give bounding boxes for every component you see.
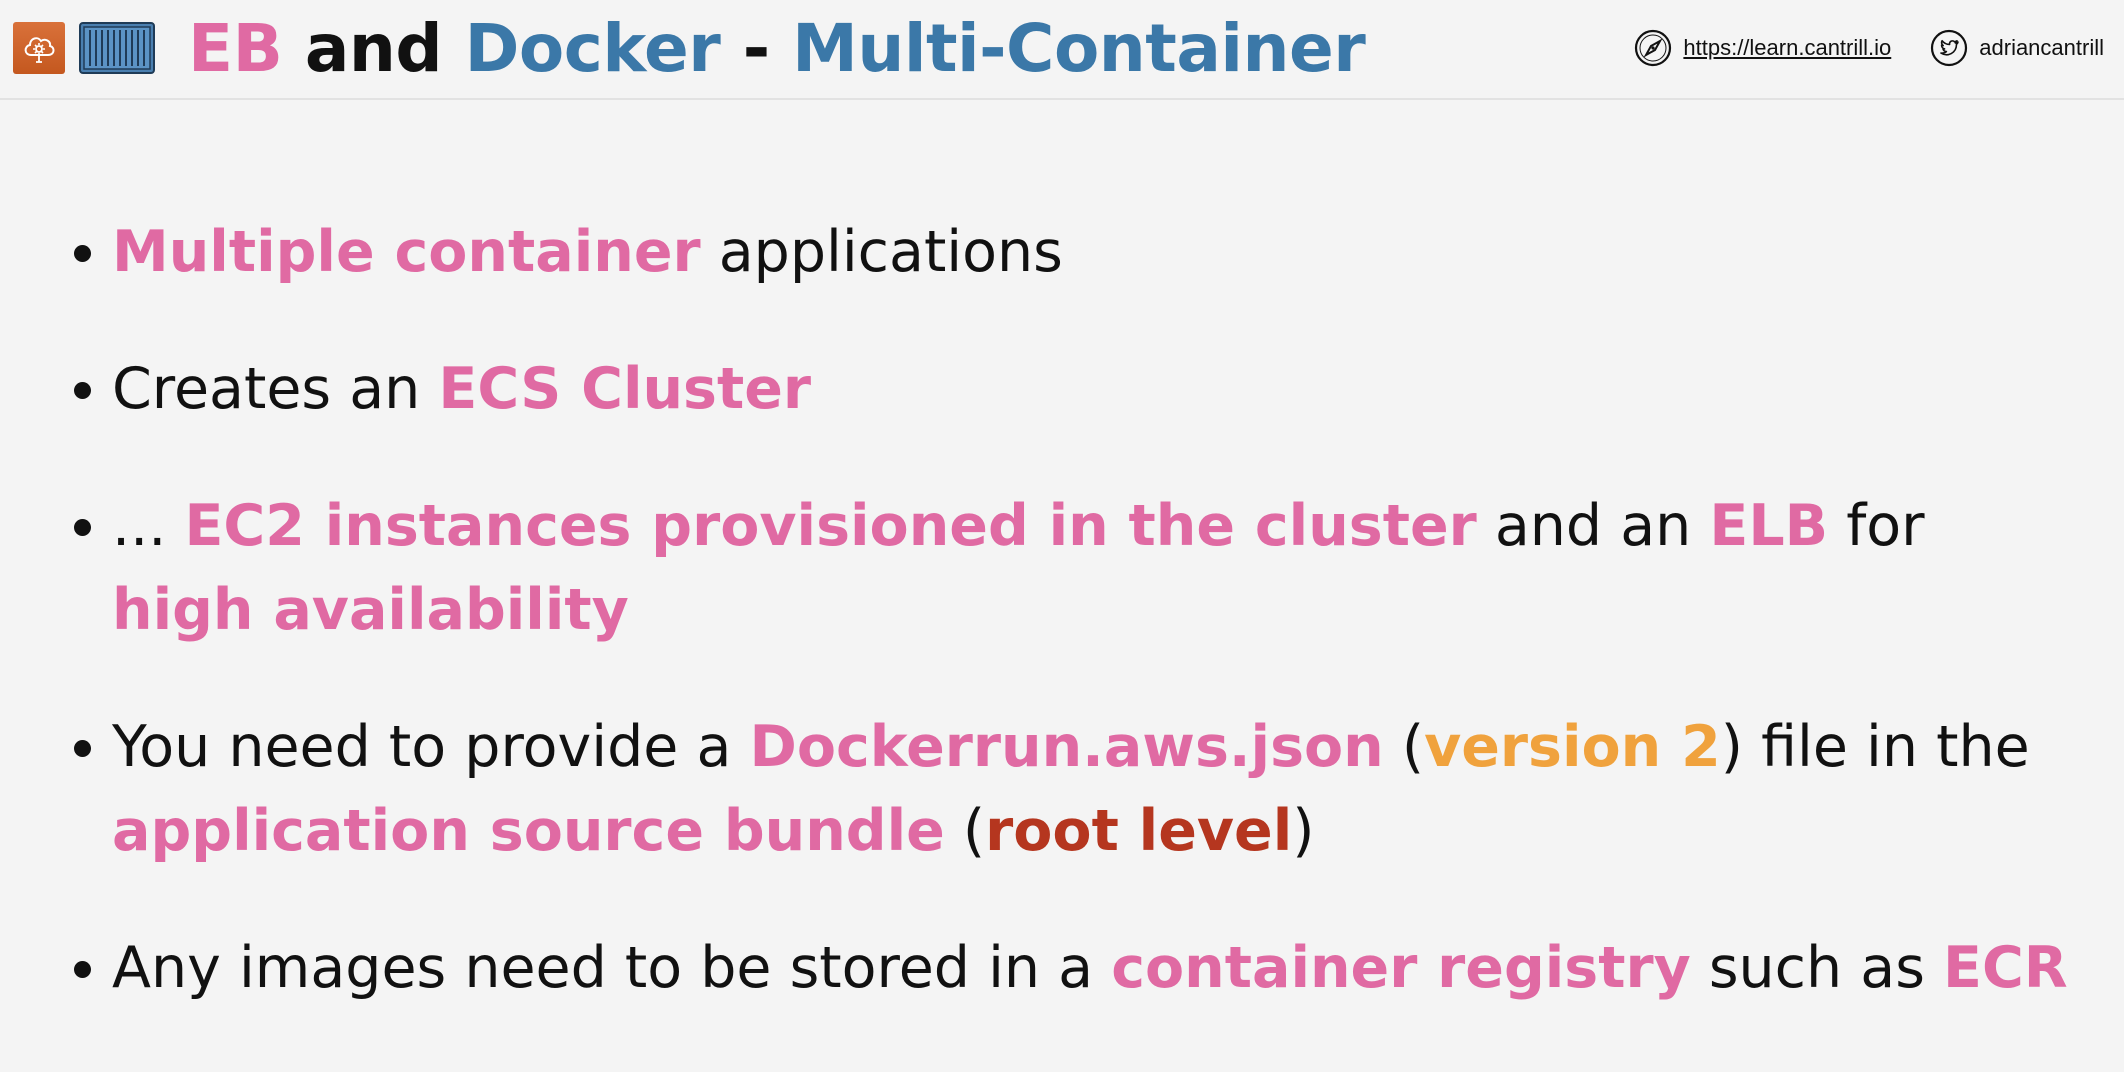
bullet-item: You need to provide a Dockerrun.aws.json… (70, 705, 2070, 873)
slide-title: EB and Docker - Multi-Container (188, 5, 1366, 93)
title-dash: - (720, 10, 793, 87)
bullet-highlight: application source bundle (112, 798, 945, 864)
bullet-highlight: container registry (1111, 935, 1691, 1001)
title-docker: Docker (464, 10, 721, 87)
bullet-text: ( (1383, 714, 1425, 780)
bullet-list: Multiple container applications Creates a… (70, 210, 2070, 1063)
header-links: https://learn.cantrill.io adriancantrill (1595, 26, 2104, 70)
bullet-highlight: ELB (1709, 493, 1829, 559)
bullet-text: and an (1476, 493, 1710, 559)
bullet-text: ) file in the (1720, 714, 2048, 780)
bullet-highlight: root level (985, 798, 1293, 864)
bullet-text: applications (700, 219, 1063, 285)
website-url[interactable]: https://learn.cantrill.io (1683, 35, 1891, 61)
bullet-highlight: EC2 instances provisioned in the cluster (184, 493, 1477, 559)
bullet-dot (74, 382, 91, 399)
compass-icon (1635, 29, 1672, 67)
bullet-highlight: Multiple container (112, 219, 701, 285)
slide-header: EB and Docker - Multi-Container https://… (0, 0, 2124, 100)
bullet-highlight: high availability (112, 577, 629, 643)
bullet-highlight: ECR (1943, 935, 2068, 1001)
title-multi-container: Multi-Container (792, 10, 1366, 87)
bullet-dot (74, 245, 91, 262)
title-eb: EB (188, 10, 283, 87)
twitter-bird-icon (1931, 29, 1968, 67)
elastic-beanstalk-icon (13, 22, 65, 74)
bullet-highlight: ECS Cluster (438, 356, 812, 422)
twitter-handle[interactable]: adriancantrill (1979, 35, 2104, 61)
bullet-text: Creates an (112, 356, 439, 422)
twitter-link[interactable]: adriancantrill (1929, 28, 2104, 68)
bullet-item: Creates an ECS Cluster (70, 347, 2070, 431)
bullet-text: You need to provide a (112, 714, 750, 780)
bullet-text: ) (1292, 798, 1315, 864)
bullet-text: such as (1690, 935, 1944, 1001)
bullet-highlight: version 2 (1424, 714, 1721, 780)
title-and: and (282, 10, 465, 87)
bullet-text: for (1828, 493, 1943, 559)
bullet-item: ... EC2 instances provisioned in the clu… (70, 484, 2070, 652)
container-icon (79, 22, 155, 74)
bullet-dot (74, 740, 91, 757)
bullet-text: Any images need to be stored in a (112, 935, 1112, 1001)
bullet-text: ( (944, 798, 986, 864)
bullet-dot (74, 961, 91, 978)
bullet-dot (74, 519, 91, 536)
bullet-text: ... (112, 493, 185, 559)
website-link[interactable]: https://learn.cantrill.io (1633, 28, 1891, 68)
bullet-item: Multiple container applications (70, 210, 2070, 294)
bullet-item: Any images need to be stored in a contai… (70, 926, 2070, 1010)
bullet-highlight: Dockerrun.aws.json (749, 714, 1384, 780)
